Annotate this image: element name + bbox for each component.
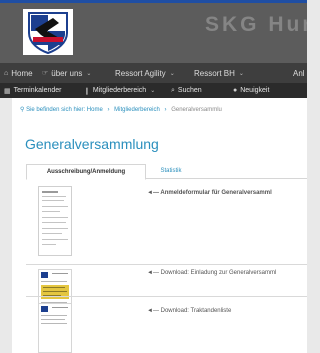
site-title: SKG Hund (205, 13, 307, 36)
subnav-item-label: Mitgliederbereich (92, 87, 147, 94)
breadcrumb-item-current: Generalversammlu (171, 107, 222, 113)
page-title: Generalversammlung (25, 136, 159, 152)
subnav-item-mitgliederbereich[interactable]: ❙ Mitgliederbereich ⌄ (84, 83, 155, 98)
club-crest-logo[interactable] (23, 9, 73, 55)
tab-bar: Ausschreibung/Anmeldung Statistik (26, 164, 307, 180)
form-thumbnail[interactable] (38, 186, 72, 256)
chat-icon: ● (233, 87, 238, 94)
subnav-item-label: Neuigkeit (240, 87, 270, 94)
breadcrumb-item-home[interactable]: Home (87, 107, 103, 113)
list-item: ◄— Download: Traktandenliste (26, 300, 307, 353)
sub-nav: ▦ Terminkalender ❙ Mitgliederbereich ⌄ ⌕… (0, 83, 307, 98)
nav-item-label: Anl (293, 68, 305, 78)
tab-statistik[interactable]: Statistik (150, 164, 192, 178)
calendar-icon: ▦ (4, 87, 11, 95)
nav-item-label: Ressort Agility (115, 68, 166, 78)
document-thumbnail[interactable] (38, 303, 72, 353)
breadcrumb-separator-icon: › (164, 107, 167, 113)
main-content: ⚲ Sie befinden sich hier: Home › Mitglie… (12, 98, 307, 353)
breadcrumb-prefix: Sie befinden sich hier: (26, 107, 86, 113)
subnav-item-neuigkeiten[interactable]: ● Neuigkeit (233, 83, 269, 98)
row-label[interactable]: ◄— Download: Traktandenliste (147, 308, 231, 314)
nav-item-label: Ressort BH (194, 68, 235, 78)
nav-item-label: über uns (51, 68, 83, 78)
pin-icon: ❙ (84, 87, 90, 95)
search-icon: ⌕ (171, 86, 175, 94)
subnav-item-label: Terminkalender (13, 87, 62, 94)
breadcrumb-item-mitgliederbereich[interactable]: Mitgliederbereich (114, 107, 160, 113)
chevron-down-icon: ⌄ (169, 70, 175, 77)
nav-item-home[interactable]: ⌂ Home (4, 63, 33, 83)
tab-ausschreibung-anmeldung[interactable]: Ausschreibung/Anmeldung (26, 164, 146, 180)
list-item: ◄— Anmeldeformular für Generalversamml (26, 182, 307, 268)
chevron-down-icon: ⌄ (150, 88, 156, 94)
hand-icon: ☞ (42, 70, 49, 77)
nav-item-ueber-uns[interactable]: ☞ über uns ⌄ (42, 63, 91, 83)
nav-item-ressort-bh[interactable]: Ressort BH ⌄ (194, 63, 244, 83)
chevron-down-icon: ⌄ (86, 70, 92, 77)
subnav-item-terminkalender[interactable]: ▦ Terminkalender (4, 83, 61, 98)
site-header: SKG Hund (0, 3, 307, 63)
nav-item-ressort-agility[interactable]: Ressort Agility ⌄ (115, 63, 175, 83)
nav-item-anl[interactable]: Anl (293, 63, 305, 83)
main-nav: ⌂ Home ☞ über uns ⌄ Ressort Agility ⌄ Re… (0, 63, 307, 83)
nav-item-label: Home (11, 68, 33, 78)
chevron-down-icon: ⌄ (238, 70, 244, 77)
location-pin-icon: ⚲ (20, 107, 25, 113)
home-icon: ⌂ (4, 69, 9, 77)
breadcrumb: ⚲ Sie befinden sich hier: Home › Mitglie… (20, 106, 222, 113)
row-label[interactable]: ◄— Anmeldeformular für Generalversamml (147, 190, 272, 196)
breadcrumb-separator-icon: › (107, 107, 110, 113)
row-label[interactable]: ◄— Download: Einladung zur Generalversam… (147, 270, 276, 276)
page: SKG Hund ⌂ Home ☞ über uns ⌄ Ressort Agi… (0, 0, 307, 353)
subnav-item-label: Suchen (177, 87, 202, 94)
divider (26, 296, 307, 297)
subnav-item-suchen[interactable]: ⌕ Suchen (171, 83, 202, 98)
